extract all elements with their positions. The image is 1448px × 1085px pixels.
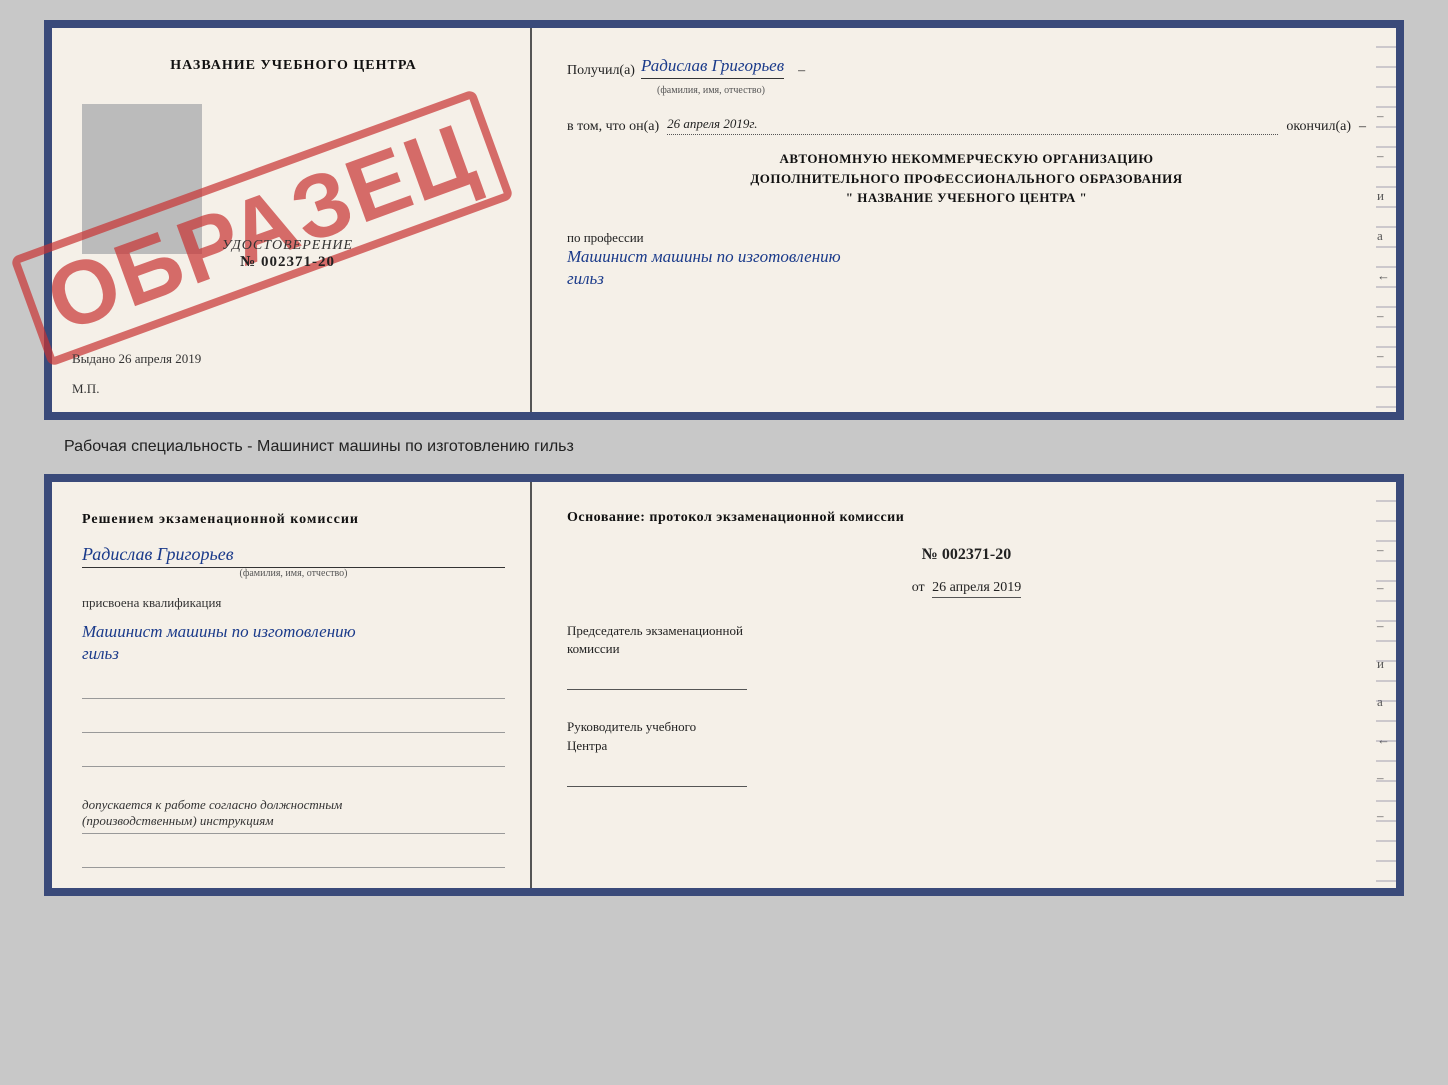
rukovoditel-line2: Центра [567,738,607,753]
bottom-line2 [82,711,505,733]
org-line3: " НАЗВАНИЕ УЧЕБНОГО ЦЕНТРА " [567,188,1366,208]
predsedatel-signature [567,666,747,690]
rukovoditel-block: Руководитель учебного Центра [567,718,1366,786]
qual-line1: Машинист машины по изготовлению [82,622,356,641]
bottom-line1 [82,677,505,699]
predsedatel-block: Председатель экзаменационной комиссии [567,622,1366,690]
rukovoditel-label: Руководитель учебного Центра [567,718,1366,754]
org-block-top: АВТОНОМНУЮ НЕКОММЕРЧЕСКУЮ ОРГАНИЗАЦИЮ ДО… [567,149,1366,208]
vydano-line: Выдано 26 апреля 2019 [72,351,201,367]
dopuskaetsya-line2: (производственным) инструкциям [82,813,274,828]
resheniem-title: Решением экзаменационной комиссии [82,510,505,530]
profession-block-top: по профессии Машинист машины по изготовл… [567,230,1366,290]
prisvoena-label: присвоена квалификация [82,595,505,611]
ot-prefix: от [912,580,925,595]
top-document: НАЗВАНИЕ УЧЕБНОГО ЦЕНТРА ОБРАЗЕЦ УДОСТОВ… [44,20,1404,420]
org-line2: ДОПОЛНИТЕЛЬНОГО ПРОФЕССИОНАЛЬНОГО ОБРАЗО… [567,169,1366,189]
fio-subtext-bottom: (фамилия, имя, отчество) [82,568,505,579]
predsedatel-line1: Председатель экзаменационной [567,623,743,638]
dopuskaetsya-text: допускается к работе согласно должностны… [82,797,505,834]
predsedatel-label: Председатель экзаменационной комиссии [567,622,1366,658]
udostoverenie-number: № 002371-20 [222,254,353,271]
bottom-doc-left: Решением экзаменационной комиссии Радисл… [52,482,532,888]
top-org-title: НАЗВАНИЕ УЧЕБНОГО ЦЕНТРА [82,58,505,74]
profession-line2: гильз [567,269,604,288]
ot-date: от 26 апреля 2019 [567,580,1366,596]
udostoverenie-block: УДОСТОВЕРЕНИЕ № 002371-20 [222,238,353,271]
osnovanie-title: Основание: протокол экзаменационной коми… [567,510,1366,526]
rukovoditel-line1: Руководитель учебного [567,719,696,734]
po-professii-top: по профессии [567,230,1366,246]
vtom-prefix: в том, что он(а) [567,119,659,135]
protocol-number: № 002371-20 [567,546,1366,564]
dash1: – [798,63,805,79]
qualification-name: Машинист машины по изготовлению гильз [82,621,505,665]
rukovoditel-signature [567,763,747,787]
bottom-doc-right: Основание: протокол экзаменационной коми… [532,482,1396,888]
dopuskaetsya-line1: допускается к работе согласно должностны… [82,797,342,812]
profession-name-top: Машинист машины по изготовлению гильз [567,246,1366,290]
top-doc-right: Получил(а) Радислав Григорьев – (фамилия… [532,28,1396,412]
vtom-date: 26 апреля 2019г. [667,116,1278,135]
org-line1: АВТОНОМНУЮ НЕКОММЕРЧЕСКУЮ ОРГАНИЗАЦИЮ [567,149,1366,169]
poluchil-section: Получил(а) Радислав Григорьев – [567,56,1366,79]
border-decoration-bottom [1376,482,1396,888]
okonchil: окончил(а) [1286,119,1351,135]
qual-line2: гильз [82,644,119,663]
border-decoration-top [1376,28,1396,412]
profession-line1: Машинист машины по изготовлению [567,247,841,266]
top-doc-left: НАЗВАНИЕ УЧЕБНОГО ЦЕНТРА ОБРАЗЕЦ УДОСТОВ… [52,28,532,412]
bottom-line4 [82,846,505,868]
poluchil-prefix: Получил(а) [567,63,635,79]
person-name-top: Радислав Григорьев [641,56,784,79]
person-block-bottom: Радислав Григорьев (фамилия, имя, отчест… [82,540,505,579]
mp-line: М.П. [72,381,99,397]
vtom-section: в том, что он(а) 26 апреля 2019г. окончи… [567,116,1366,135]
bottom-document: Решением экзаменационной комиссии Радисл… [44,474,1404,896]
photo-placeholder [82,104,202,254]
dash2: – [1359,119,1366,135]
caption: Рабочая специальность - Машинист машины … [64,438,574,456]
bottom-line3 [82,745,505,767]
person-name-bottom: Радислав Григорьев [82,544,505,568]
udostoverenie-label: УДОСТОВЕРЕНИЕ [222,238,353,254]
ot-date-value: 26 апреля 2019 [932,580,1021,598]
fio-subtext-top: (фамилия, имя, отчество) [657,85,1366,96]
predsedatel-line2: комиссии [567,641,620,656]
